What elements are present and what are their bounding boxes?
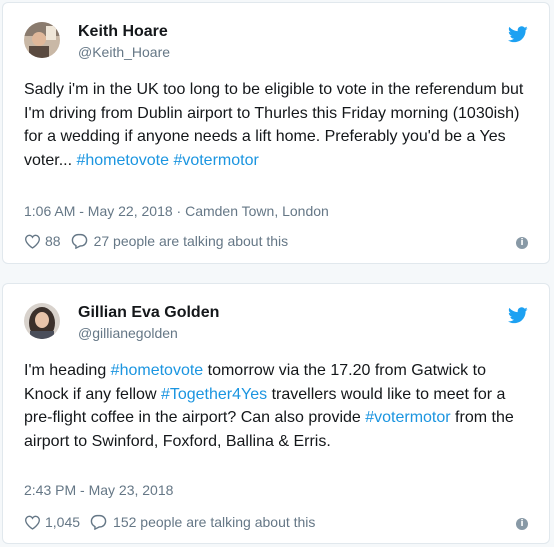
hashtag-link[interactable]: #hometovote: [111, 362, 204, 379]
hashtag-link[interactable]: #votermotor: [173, 152, 258, 169]
hashtag-link[interactable]: #hometovote: [76, 152, 169, 169]
talking-count: 152 people are talking about this: [113, 514, 316, 530]
tweet-text: Sadly i'm in the UK too long to be eligi…: [24, 78, 529, 172]
hashtag-link[interactable]: #Together4Yes: [161, 386, 267, 403]
like-button[interactable]: 1,045: [24, 514, 80, 530]
info-icon[interactable]: i: [516, 237, 528, 249]
tweet-timestamp[interactable]: 1:06 AM - May 22, 2018 · Camden Town, Lo…: [24, 203, 329, 219]
like-count: 88: [45, 233, 61, 249]
tweet-actions: 88 27 people are talking about this: [24, 233, 288, 249]
user-handle[interactable]: @gillianegolden: [78, 325, 178, 341]
display-name[interactable]: Keith Hoare: [78, 23, 168, 41]
heart-icon: [24, 515, 41, 530]
tweet-card: Gillian Eva Golden @gillianegolden I'm h…: [2, 283, 550, 544]
reply-bubble-icon: [90, 514, 107, 530]
tweet-timestamp[interactable]: 2:43 PM - May 23, 2018: [24, 482, 173, 498]
hashtag-link[interactable]: #votermotor: [365, 409, 450, 426]
user-handle[interactable]: @Keith_Hoare: [78, 44, 170, 60]
twitter-bird-icon[interactable]: [508, 26, 528, 43]
avatar[interactable]: [24, 22, 60, 58]
heart-icon: [24, 234, 41, 249]
reply-button[interactable]: 27 people are talking about this: [71, 233, 289, 249]
talking-count: 27 people are talking about this: [93, 233, 289, 249]
avatar[interactable]: [24, 303, 60, 339]
info-icon[interactable]: i: [516, 518, 528, 530]
reply-bubble-icon: [71, 233, 87, 249]
reply-button[interactable]: 152 people are talking about this: [90, 514, 315, 530]
tweet-text: I'm heading #hometovote tomorrow via the…: [24, 359, 529, 453]
tweet-text-segment: I'm heading: [24, 362, 111, 379]
tweet-actions: 1,045 152 people are talking about this: [24, 514, 315, 530]
like-button[interactable]: 88: [24, 233, 61, 249]
twitter-bird-icon[interactable]: [508, 307, 528, 324]
like-count: 1,045: [45, 514, 81, 530]
display-name[interactable]: Gillian Eva Golden: [78, 304, 219, 322]
tweet-card: Keith Hoare @Keith_Hoare Sadly i'm in th…: [2, 2, 550, 264]
